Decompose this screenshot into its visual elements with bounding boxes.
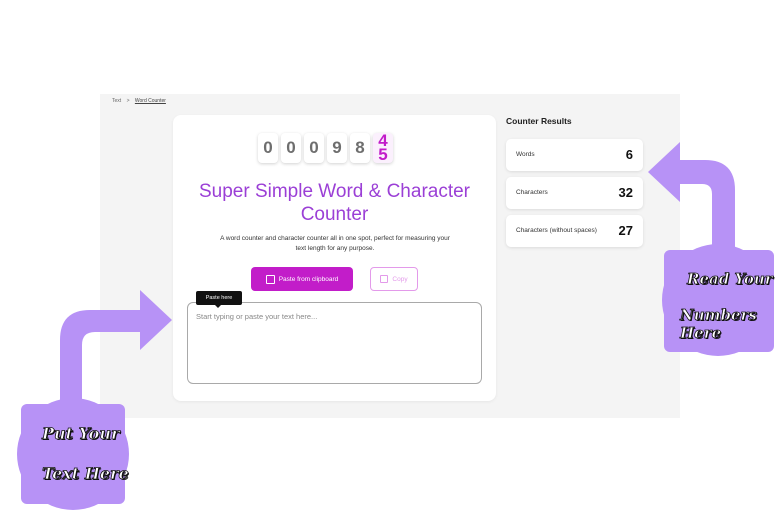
- counter-digit: 0: [304, 133, 324, 163]
- result-card-words: Words 6: [506, 139, 643, 171]
- counter-digit-rolling: 4 5: [373, 132, 393, 164]
- counter-digit: 0: [258, 133, 278, 163]
- breadcrumb-separator: >: [126, 98, 130, 104]
- copy-button-label: Copy: [392, 275, 408, 283]
- callout-right-line2: Numbers Here: [680, 306, 758, 343]
- breadcrumb: Text > Word Counter: [112, 98, 166, 104]
- counter-digit: 9: [327, 133, 347, 163]
- text-input[interactable]: Start typing or paste your text here...: [187, 302, 482, 384]
- paste-button[interactable]: Paste from clipboard: [251, 267, 353, 291]
- counter-digit: 0: [281, 133, 301, 163]
- result-value: 32: [618, 185, 633, 200]
- result-label: Characters: [516, 189, 548, 196]
- breadcrumb-root[interactable]: Text: [112, 98, 121, 104]
- results-title: Counter Results: [506, 116, 572, 126]
- result-label: Characters (without spaces): [516, 227, 597, 234]
- counter-display: 0 0 0 9 8 4 5: [258, 132, 393, 164]
- paste-tooltip: Paste here: [196, 291, 242, 308]
- paste-button-label: Paste from clipboard: [278, 275, 339, 283]
- result-label: Words: [516, 151, 535, 158]
- copy-icon: [380, 275, 389, 283]
- callout-left-line2: Text Here: [42, 464, 129, 484]
- copy-button[interactable]: Copy: [370, 267, 418, 291]
- rolling-digit-bottom: 5: [378, 145, 388, 164]
- page-description: A word counter and character counter all…: [195, 234, 475, 254]
- page-title-line2: Counter: [300, 204, 369, 225]
- result-value: 6: [625, 147, 633, 162]
- result-value: 27: [618, 223, 633, 238]
- clipboard-icon: [265, 274, 275, 284]
- result-card-characters-no-spaces: Characters (without spaces) 27: [506, 215, 643, 247]
- text-input-placeholder: Start typing or paste your text here...: [196, 312, 318, 321]
- breadcrumb-current[interactable]: Word Counter: [135, 98, 166, 104]
- callout-right-line1: Read Your: [687, 270, 773, 289]
- counter-digit: 8: [350, 133, 370, 163]
- description-line2: text length for any purpose.: [295, 245, 375, 252]
- page-title-line1: Super Simple Word & Character: [198, 181, 471, 202]
- description-line1: A word counter and character counter all…: [220, 235, 450, 242]
- callout-left-line1: Put Your: [42, 424, 120, 444]
- page-title: Super Simple Word & Character Counter: [173, 180, 496, 226]
- result-card-characters: Characters 32: [506, 177, 643, 209]
